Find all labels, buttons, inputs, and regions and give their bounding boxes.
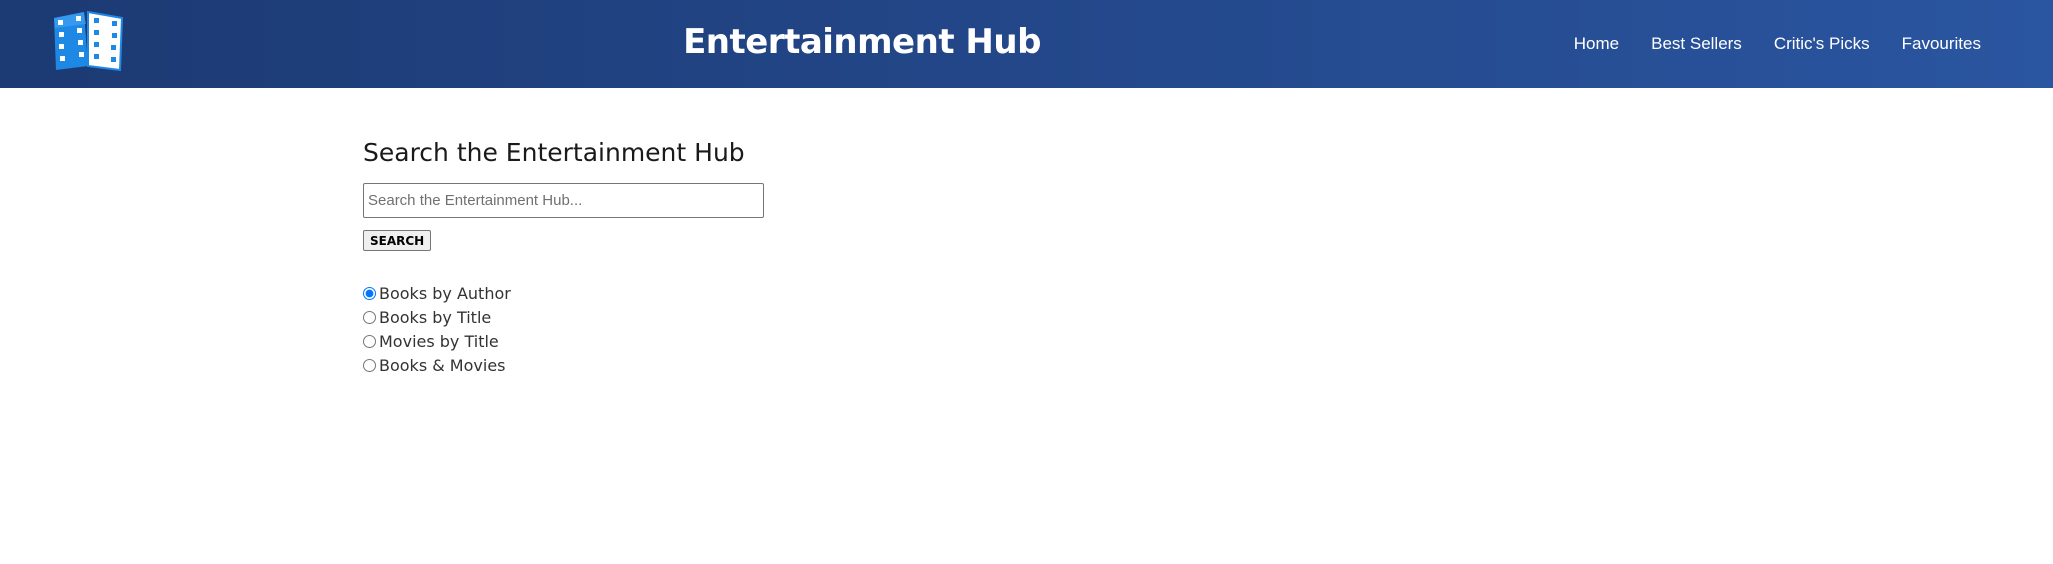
option-books-by-title[interactable]: Books by Title (363, 305, 764, 329)
search-heading: Search the Entertainment Hub (363, 138, 745, 167)
main-nav: Home Best Sellers Critic's Picks Favouri… (1574, 34, 1981, 54)
site-title: Entertainment Hub (683, 22, 1041, 62)
search-type-options: Books by Author Books by Title Movies by… (363, 281, 764, 377)
radio-books-and-movies[interactable] (363, 358, 376, 372)
search-input[interactable] (363, 183, 764, 218)
option-movies-by-title[interactable]: Movies by Title (363, 329, 764, 353)
search-button[interactable]: SEARCH (363, 230, 432, 251)
option-label: Movies by Title (379, 331, 499, 351)
radio-books-by-title[interactable] (363, 310, 376, 324)
option-books-by-author[interactable]: Books by Author (363, 281, 764, 305)
search-panel: Search the Entertainment Hub SEARCH Book… (363, 138, 764, 377)
option-label: Books & Movies (379, 355, 506, 375)
option-label: Books by Title (379, 307, 492, 327)
radio-books-by-author[interactable] (363, 286, 376, 300)
option-label: Books by Author (379, 283, 511, 303)
site-header: Entertainment Hub Home Best Sellers Crit… (0, 0, 2053, 88)
nav-critics-picks[interactable]: Critic's Picks (1774, 34, 1870, 54)
nav-home[interactable]: Home (1574, 34, 1619, 54)
option-books-and-movies[interactable]: Books & Movies (363, 353, 764, 377)
nav-best-sellers[interactable]: Best Sellers (1651, 34, 1742, 54)
nav-favourites[interactable]: Favourites (1902, 34, 1981, 54)
radio-movies-by-title[interactable] (363, 334, 376, 348)
